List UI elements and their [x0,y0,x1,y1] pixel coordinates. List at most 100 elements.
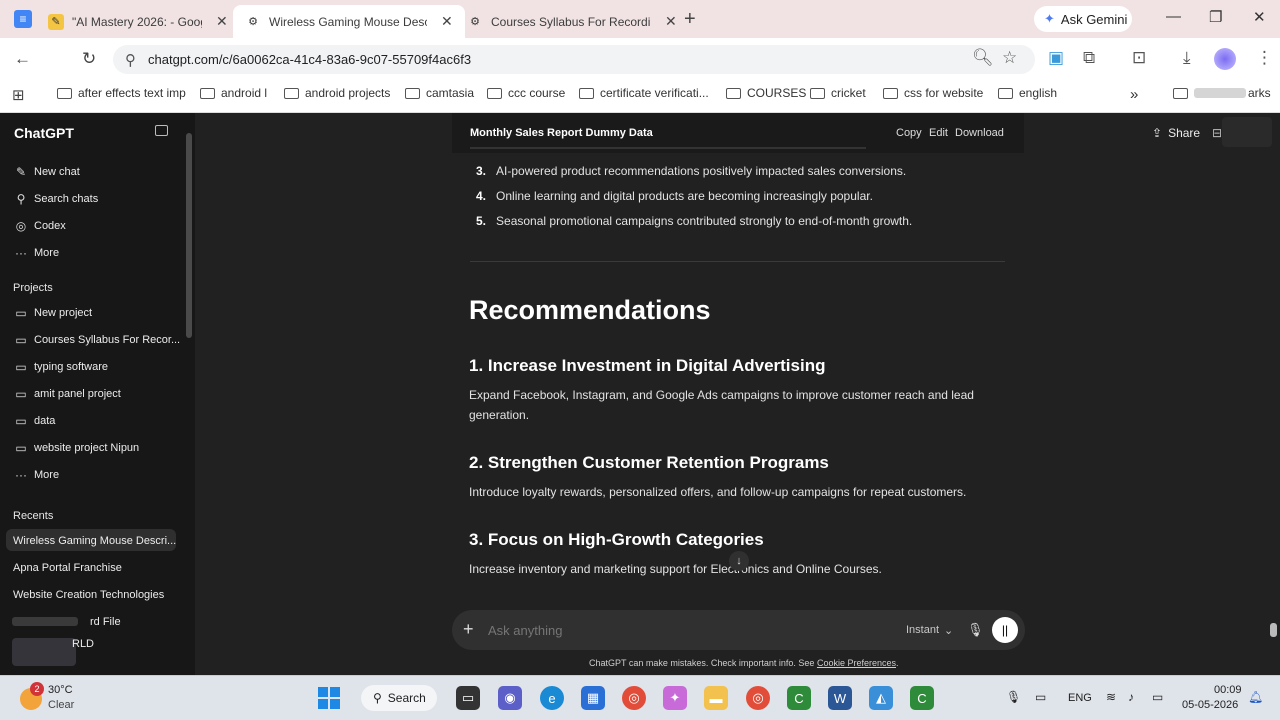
prompt-input[interactable] [488,620,888,640]
microphone-tray-icon[interactable]: 🎙︎ [1006,690,1021,704]
back-button[interactable]: ← [14,49,31,69]
sidebar-scrollbar[interactable] [186,133,192,338]
bookmark-item[interactable]: android l [200,86,267,100]
wifi-icon[interactable]: ≋ [1106,690,1116,704]
apps-icon[interactable]: ⊞ [12,86,25,104]
photos-icon[interactable]: ◭ [869,686,893,710]
microphone-icon[interactable]: 🎙︎ [967,622,984,638]
volume-icon[interactable]: ♪ [1128,690,1134,704]
store-icon[interactable]: ▦ [581,686,605,710]
bookmark-item[interactable]: camtasia [405,86,474,100]
address-bar[interactable]: ⚲ chatgpt.com/c/6a0062ca-41c4-83a6-9c07-… [113,45,1035,74]
sidebar-toggle-icon[interactable] [155,125,168,136]
zoom-icon[interactable]: 🔍︎ [972,48,994,68]
reload-button[interactable]: ↻ [82,49,96,69]
tab-wireless-mouse[interactable]: ⚙ Wireless Gaming Mouse Descri ✕ [233,5,465,38]
camtasia-recorder-icon[interactable]: C [910,686,934,710]
mode-selector[interactable]: Instant ⌄ [906,624,953,637]
edit-button[interactable]: Edit [929,127,948,139]
ask-gemini-button[interactable]: ✦ Ask Gemini [1034,6,1132,32]
camtasia-icon[interactable]: C [787,686,811,710]
sidebar-item-search-chats[interactable]: ⚲ Search chats [14,192,99,206]
share-button[interactable]: ⇪ Share [1152,126,1200,140]
list-item: 3. AI-powered product recommendations pos… [476,164,907,178]
recent-chat-item[interactable]: Apna Portal Franchise [13,562,122,574]
close-tab-icon[interactable]: ✕ [441,13,453,30]
sidebar-item-new-chat[interactable]: ✎ New chat [14,165,80,179]
download-icon[interactable]: ⤓ [1183,48,1191,68]
chrome-icon[interactable]: ◎ [622,686,646,710]
task-view-icon[interactable]: ▭ [456,686,480,710]
taskbar-search[interactable]: ⚲ Search [361,685,437,711]
sidebar-item-new-project[interactable]: ▭ New project [14,306,92,320]
meet-icon[interactable]: ◉ [498,686,522,710]
clock-date[interactable]: 05-05-2026 [1182,699,1238,711]
folder-icon [883,87,898,99]
bookmark-item[interactable]: certificate verificati... [579,86,709,100]
bookmark-item[interactable]: cricket [810,86,866,100]
extension-icon[interactable]: ▣ [1048,48,1064,68]
recent-chat-item[interactable]: Website Creation Technologies [13,589,164,601]
tab-courses-syllabus[interactable]: ⚙ Courses Syllabus For Recording ✕ [455,5,689,38]
close-tab-icon[interactable]: ✕ [216,13,228,30]
other-bookmarks[interactable]: arks [1173,86,1271,100]
recents-heading: Recents [13,510,54,522]
download-button[interactable]: Download [955,127,1004,139]
bookmark-item[interactable]: css for website [883,86,983,100]
chrome-active-icon[interactable]: ◎ [746,686,770,710]
folder-icon: ▭ [15,387,27,401]
sidebar-item-project[interactable]: ▭ website project Nipun [14,441,139,455]
bookmark-item[interactable]: COURSES [726,86,806,100]
bookmark-item[interactable]: android projects [284,86,390,100]
site-info-icon[interactable]: ⚲ [125,51,136,69]
sidebar-item-project[interactable]: ▭ typing software [14,360,108,374]
copilot-icon[interactable]: ✦ [663,686,687,710]
profile-avatar[interactable] [1214,48,1236,70]
file-explorer-icon[interactable]: ▬ [704,686,728,710]
notifications-bell-icon[interactable]: 🔔︎ [1248,690,1263,704]
scroll-down-button[interactable]: ↓ [729,551,749,571]
sidebar-item-project[interactable]: ▭ Courses Syllabus For Recor... [14,333,180,347]
blurred-recent [12,638,76,666]
close-window-button[interactable]: ✕ [1253,8,1266,26]
bookmark-item[interactable]: after effects text imp [57,86,186,100]
sidebar-item-projects-more[interactable]: ··· More [14,468,59,482]
battery-icon[interactable]: ▭ [1152,690,1163,704]
copy-button[interactable]: Copy [896,127,922,139]
cast-icon[interactable]: ⊡ [1132,48,1146,68]
word-icon[interactable]: W [828,686,852,710]
restore-button[interactable]: ❐ [1209,8,1222,26]
menu-icon[interactable]: ⋮ [1256,48,1273,68]
list-item: 5. Seasonal promotional campaigns contrib… [476,214,913,228]
start-button[interactable] [318,687,340,709]
voice-mode-button[interactable]: || [992,617,1018,643]
sidebar-item-project[interactable]: ▭ data [14,414,55,428]
language-indicator[interactable]: ENG [1068,692,1092,704]
bookmark-item[interactable]: ccc course [487,86,565,100]
brand-title[interactable]: ChatGPT [14,125,74,141]
close-tab-icon[interactable]: ✕ [665,13,677,30]
new-tab-button[interactable]: + [684,8,696,31]
page-scrollbar[interactable] [1270,623,1277,637]
sidebar-item-codex[interactable]: ◎ Codex [14,219,66,233]
recent-chat-item[interactable]: Wireless Gaming Mouse Descri... [13,535,176,547]
device-tray-icon[interactable]: ▭ [1035,690,1046,704]
recent-chat-item[interactable]: rd File [90,616,121,628]
gemini-icon: ✦ [1044,11,1055,26]
sidebar-item-project[interactable]: ▭ amit panel project [14,387,121,401]
tab-search-icon[interactable]: ≡ [14,10,32,28]
tab-ai-mastery[interactable]: ✎ "AI Mastery 2026: - Google ✕ [36,5,240,38]
edge-icon[interactable]: e [540,686,564,710]
sidebar-item-more[interactable]: ··· More [14,246,59,260]
bookmarks-overflow-button[interactable]: » [1130,86,1138,103]
puzzle-icon[interactable]: ⧉ [1083,48,1095,68]
url-text: chatgpt.com/c/6a0062ca-41c4-83a6-9c07-55… [148,52,472,67]
recent-chat-item[interactable]: RLD [72,638,94,650]
bookmark-item[interactable]: english [998,86,1057,100]
attach-plus-icon[interactable]: + [463,619,474,640]
clock-time[interactable]: 00:09 [1214,684,1242,696]
minimize-button[interactable]: — [1166,8,1181,25]
bookmark-star-icon[interactable]: ☆ [1002,48,1017,68]
side-panel-icon[interactable]: ⊟ [1212,126,1222,140]
cookie-preferences-link[interactable]: Cookie Preferences [817,658,896,668]
